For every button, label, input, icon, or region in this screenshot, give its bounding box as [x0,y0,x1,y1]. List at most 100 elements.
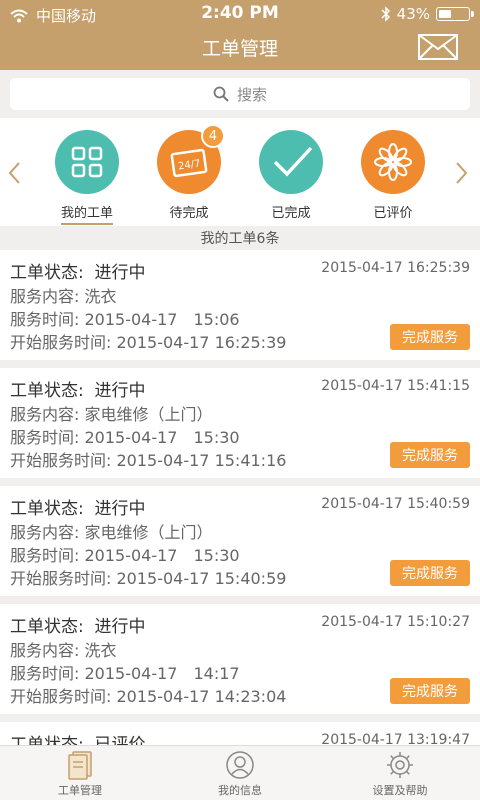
search-area: 搜索 [0,70,480,118]
tab-settings-help[interactable]: 设置及帮助 [340,750,460,798]
content-value: 洗衣 [84,287,117,306]
search-icon [213,86,229,102]
tab-label: 我的信息 [218,784,262,797]
battery-percent: 43% [396,5,430,23]
start-time-label: 开始服务时间: [10,451,112,470]
category-carousel: 我的工单 24/7 4 待完成 已完成 已评价 [0,118,480,226]
prev-arrow[interactable] [2,158,26,188]
order-card[interactable]: 工单状态: 进行中 2015-04-17 15:40:59 服务内容: 家电维修… [0,486,480,596]
category-completed[interactable]: 已完成 [251,130,331,223]
category-label: 已完成 [271,206,311,221]
start-time-value: 2015-04-17 14:23:04 [116,687,287,706]
status-bar: 中国移动 2:40 PM 43% [0,0,480,30]
order-status: 工单状态: 已评价 [10,730,146,745]
status-value: 进行中 [94,499,146,519]
service-time-label: 服务时间: [10,546,80,565]
order-card[interactable]: 工单状态: 进行中 2015-04-17 15:10:27 服务内容: 洗衣 服… [0,604,480,714]
category-rated[interactable]: 已评价 [353,130,433,223]
order-card[interactable]: 工单状态: 进行中 2015-04-17 16:25:39 服务内容: 洗衣 服… [0,250,480,360]
service-time-value: 2015-04-17 14:17 [84,664,240,683]
category-label: 已评价 [373,206,413,221]
order-start-time: 开始服务时间: 2015-04-17 14:23:04 [10,683,286,707]
tab-work-orders[interactable]: 工单管理 [20,750,140,798]
status-label: 工单状态: [10,499,84,519]
grid-icon [71,146,103,178]
tab-bar: 工单管理 我的信息 设置及帮助 [0,745,480,800]
order-card[interactable]: 工单状态: 已评价 2015-04-17 13:19:47 [0,722,480,745]
service-time-value: 2015-04-17 15:06 [84,310,240,329]
order-content: 服务内容: 洗衣 [10,283,117,307]
order-content: 服务内容: 家电维修（上门） [10,401,213,425]
order-timestamp: 2015-04-17 13:19:47 [321,732,470,745]
order-list: 工单状态: 进行中 2015-04-17 16:25:39 服务内容: 洗衣 服… [0,250,480,745]
pending-count-badge: 4 [201,124,225,148]
status-label: 工单状态: [10,263,84,283]
list-count-header: 我的工单6条 [200,231,280,247]
chevron-left-icon [8,162,20,184]
order-start-time: 开始服务时间: 2015-04-17 15:41:16 [10,447,286,471]
battery-icon [436,7,474,21]
order-status: 工单状态: 进行中 [10,494,146,519]
content-label: 服务内容: [10,523,80,542]
complete-service-button[interactable]: 完成服务 [390,324,470,350]
order-status: 工单状态: 进行中 [10,376,146,401]
gear-icon [387,752,413,778]
tab-label: 工单管理 [58,784,102,797]
battery-fill [439,10,452,18]
order-service-time: 服务时间: 2015-04-17 14:17 [10,660,240,684]
next-arrow[interactable] [450,158,474,188]
document-icon [68,751,92,780]
category-pending[interactable]: 24/7 4 待完成 [149,124,229,223]
status-value: 进行中 [94,617,146,637]
bluetooth-icon [381,6,390,22]
complete-service-button[interactable]: 完成服务 [390,560,470,586]
order-content: 服务内容: 家电维修（上门） [10,519,213,543]
content-value: 家电维修（上门） [84,405,213,424]
content-label: 服务内容: [10,287,80,306]
service-time-value: 2015-04-17 15:30 [84,428,240,447]
start-time-value: 2015-04-17 16:25:39 [116,333,287,352]
content-value: 洗衣 [84,641,117,660]
status-label: 工单状态: [10,617,84,637]
chevron-right-icon [456,162,468,184]
service-time-value: 2015-04-17 15:30 [84,546,240,565]
category-circle [259,130,323,194]
start-time-label: 开始服务时间: [10,687,112,706]
order-start-time: 开始服务时间: 2015-04-17 15:40:59 [10,565,286,589]
mail-icon[interactable] [418,34,458,60]
category-circle: 24/7 4 [157,124,225,194]
content-label: 服务内容: [10,641,80,660]
status-label: 工单状态: [10,735,84,745]
page-title: 工单管理 [201,38,278,60]
start-time-label: 开始服务时间: [10,569,112,588]
complete-service-button[interactable]: 完成服务 [390,678,470,704]
content-value: 家电维修（上门） [84,523,213,542]
category-my-orders[interactable]: 我的工单 [47,130,127,225]
order-service-time: 服务时间: 2015-04-17 15:06 [10,306,240,330]
order-service-time: 服务时间: 2015-04-17 15:30 [10,424,240,448]
start-time-value: 2015-04-17 15:41:16 [116,451,287,470]
start-time-value: 2015-04-17 15:40:59 [116,569,287,588]
category-circle [55,130,119,194]
order-timestamp: 2015-04-17 16:25:39 [321,260,470,276]
check-icon [273,146,313,177]
status-value: 进行中 [94,381,146,401]
start-time-label: 开始服务时间: [10,333,112,352]
svg-text:24/7: 24/7 [177,158,201,172]
order-status: 工单状态: 进行中 [10,258,146,283]
order-status: 工单状态: 进行中 [10,612,146,637]
flower-icon [374,143,412,181]
order-timestamp: 2015-04-17 15:40:59 [321,496,470,512]
order-start-time: 开始服务时间: 2015-04-17 16:25:39 [10,329,286,353]
tab-my-info[interactable]: 我的信息 [180,750,300,798]
search-input[interactable]: 搜索 [10,78,470,110]
service-time-label: 服务时间: [10,428,80,447]
top-bar: 中国移动 2:40 PM 43% 工单管理 [0,0,480,70]
category-label: 待完成 [169,206,209,221]
search-placeholder: 搜索 [236,85,267,104]
category-circle [361,130,425,194]
order-timestamp: 2015-04-17 15:10:27 [321,614,470,630]
order-card[interactable]: 工单状态: 进行中 2015-04-17 15:41:15 服务内容: 家电维修… [0,368,480,478]
status-value: 进行中 [94,263,146,283]
complete-service-button[interactable]: 完成服务 [390,442,470,468]
